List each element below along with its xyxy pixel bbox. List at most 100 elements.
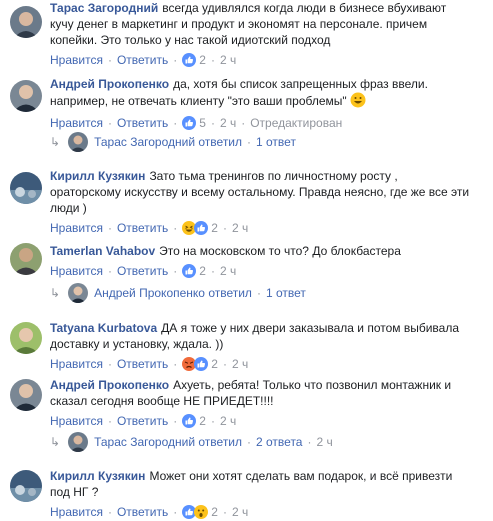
comment-text: да, хотя бы список запрещенных фраз ввел… bbox=[173, 77, 428, 91]
comment-author[interactable]: Tatyana Kurbatova bbox=[50, 321, 157, 335]
reply-author: Тарас Загородний bbox=[94, 435, 196, 449]
like-link[interactable]: Нравится bbox=[50, 414, 103, 428]
comment: Tamerlan Vahabov Это на московском то что… bbox=[10, 243, 486, 280]
comment-text: ДА я тоже у них двери заказывала и потом… bbox=[161, 321, 460, 335]
like-reaction-icon bbox=[182, 116, 197, 130]
timestamp[interactable]: 2 ч bbox=[220, 53, 236, 67]
reactions[interactable]: 2 bbox=[182, 505, 218, 519]
comment-text: Это на московском то что? До блокбастера bbox=[159, 244, 401, 258]
reaction-count: 2 bbox=[199, 53, 206, 67]
comment-text: доставку и установку, ждала. )) bbox=[50, 337, 224, 351]
like-link[interactable]: Нравится bbox=[50, 221, 103, 235]
timestamp[interactable]: 2 ч bbox=[232, 505, 248, 519]
like-link[interactable]: Нравится bbox=[50, 505, 103, 519]
reaction-count: 2 bbox=[211, 505, 218, 519]
comment-text: Ахуеть, ребята! Только что позвонил монт… bbox=[173, 378, 452, 392]
timestamp[interactable]: 2 ч bbox=[220, 116, 236, 130]
reactions[interactable]: 2 bbox=[182, 357, 218, 371]
reply-link[interactable]: Ответить bbox=[117, 414, 168, 428]
reactions[interactable]: 2 bbox=[182, 264, 206, 278]
like-reaction-icon bbox=[182, 264, 197, 278]
comment: Tatyana Kurbatova ДА я тоже у них двери з… bbox=[10, 320, 486, 373]
avatar bbox=[68, 132, 89, 152]
reply-link[interactable]: Ответить bbox=[117, 505, 168, 519]
comment-text: сказал сегодня вообще НЕ ПРИЕДЕТ!!!! bbox=[50, 394, 274, 408]
like-reaction-icon bbox=[194, 357, 209, 371]
avatar[interactable] bbox=[10, 80, 42, 112]
comment: Тарас Загородний всегда удивлялся когда л… bbox=[10, 0, 486, 69]
comment-text: всегда удивлялся когда люди в бизнесе вб… bbox=[162, 1, 447, 15]
comment-body: Кирилл Кузякин Может они хотят сделать ва… bbox=[50, 468, 486, 500]
reactions[interactable]: 5 bbox=[182, 116, 206, 130]
comment-body: Кирилл Кузякин Зато тьма тренингов по лич… bbox=[50, 168, 486, 216]
timestamp[interactable]: 2 ч bbox=[220, 264, 236, 278]
avatar[interactable] bbox=[10, 172, 42, 204]
comment-author[interactable]: Кирилл Кузякин bbox=[50, 469, 145, 483]
reactions[interactable]: 2 bbox=[182, 414, 206, 428]
reactions[interactable]: 2 bbox=[182, 53, 206, 67]
comment-author[interactable]: Андрей Прокопенко bbox=[50, 77, 169, 91]
replies-link[interactable]: ↳ Андрей Прокопенко ответил · 1 ответ bbox=[50, 283, 306, 303]
like-reaction-icon bbox=[194, 221, 209, 235]
reaction-count: 2 bbox=[211, 357, 218, 371]
comment: Андрей Прокопенко Ахуеть, ребята! Только … bbox=[10, 377, 486, 430]
replies-link[interactable]: ↳ Тарас Загородний ответил · 2 ответа · … bbox=[50, 432, 333, 452]
wow-reaction-icon bbox=[194, 505, 209, 519]
comment-author[interactable]: Андрей Прокопенко bbox=[50, 378, 169, 392]
like-link[interactable]: Нравится bbox=[50, 116, 103, 130]
comment-body: Tatyana Kurbatova ДА я тоже у них двери з… bbox=[50, 320, 486, 352]
comment-actions: Нравится · Ответить · 2 · 2 ч bbox=[50, 505, 249, 519]
comment-author[interactable]: Tamerlan Vahabov bbox=[50, 244, 155, 258]
comment-actions: Нравится · Ответить · 2 · 2 ч bbox=[50, 264, 237, 278]
avatar bbox=[68, 432, 89, 452]
comment-actions: Нравится · Ответить · 2 · 2 ч bbox=[50, 357, 249, 371]
avatar[interactable] bbox=[10, 322, 42, 354]
grin-emoji-icon bbox=[350, 92, 366, 108]
edited-label[interactable]: Отредактирован bbox=[250, 116, 342, 130]
comment-actions: Нравится · Ответить · 2 · 2 ч bbox=[50, 221, 249, 235]
reply-link[interactable]: Ответить bbox=[117, 357, 168, 371]
comment-body: Андрей Прокопенко Ахуеть, ребята! Только … bbox=[50, 377, 486, 409]
reaction-count: 2 bbox=[199, 264, 206, 278]
reply-verb: ответил bbox=[198, 435, 243, 449]
comment-author[interactable]: Кирилл Кузякин bbox=[50, 169, 145, 183]
comment-body: Андрей Прокопенко да, хотя бы список запр… bbox=[50, 76, 486, 109]
avatar[interactable] bbox=[10, 6, 42, 38]
comment: Кирилл Кузякин Может они хотят сделать ва… bbox=[10, 468, 486, 521]
avatar[interactable] bbox=[10, 470, 42, 502]
timestamp[interactable]: 2 ч bbox=[232, 221, 248, 235]
comment: Андрей Прокопенко да, хотя бы список запр… bbox=[10, 76, 486, 132]
reply-link[interactable]: Ответить bbox=[117, 116, 168, 130]
comment-text: люди ) bbox=[50, 201, 87, 215]
reply-link[interactable]: Ответить bbox=[117, 264, 168, 278]
comment-text: ораторскому искусству и всему остальному… bbox=[50, 185, 470, 199]
reply-author: Тарас Загородний bbox=[94, 135, 196, 149]
reply-verb: ответил bbox=[208, 286, 252, 300]
comment-actions: Нравится · Ответить · 2 · 2 ч bbox=[50, 414, 237, 428]
comment-actions: Нравится · Ответить · 5 · 2 ч · Отредакт… bbox=[50, 116, 343, 130]
like-link[interactable]: Нравится bbox=[50, 357, 103, 371]
comment-text: Зато тьма тренингов по личностному росту… bbox=[149, 169, 398, 183]
avatar bbox=[68, 283, 89, 303]
reply-link[interactable]: Ответить bbox=[117, 53, 168, 67]
comment-text: Может они хотят сделать вам подарок, и в… bbox=[149, 469, 453, 483]
reply-link[interactable]: Ответить bbox=[117, 221, 168, 235]
reply-count: 2 ответа bbox=[256, 435, 303, 449]
comment-body: Tamerlan Vahabov Это на московском то что… bbox=[50, 243, 486, 259]
comment-text: под НГ ? bbox=[50, 485, 99, 499]
comment-text: копейки. Это только у нас такой идиотски… bbox=[50, 33, 331, 47]
replies-link[interactable]: ↳ Тарас Загородний ответил · 1 ответ bbox=[50, 132, 296, 152]
timestamp[interactable]: 2 ч bbox=[220, 414, 236, 428]
like-link[interactable]: Нравится bbox=[50, 264, 103, 278]
timestamp[interactable]: 2 ч bbox=[232, 357, 248, 371]
like-link[interactable]: Нравится bbox=[50, 53, 103, 67]
avatar[interactable] bbox=[10, 379, 42, 411]
reactions[interactable]: 2 bbox=[182, 221, 218, 235]
timestamp: 2 ч bbox=[316, 435, 333, 449]
comment-author[interactable]: Тарас Загородний bbox=[50, 1, 158, 15]
reply-arrow-icon: ↳ bbox=[50, 135, 61, 149]
avatar[interactable] bbox=[10, 243, 42, 275]
reply-author: Андрей Прокопенко bbox=[94, 286, 205, 300]
comment-text: кучу денег в маркетинг и продукт и эконо… bbox=[50, 17, 428, 31]
like-reaction-icon bbox=[182, 53, 197, 67]
